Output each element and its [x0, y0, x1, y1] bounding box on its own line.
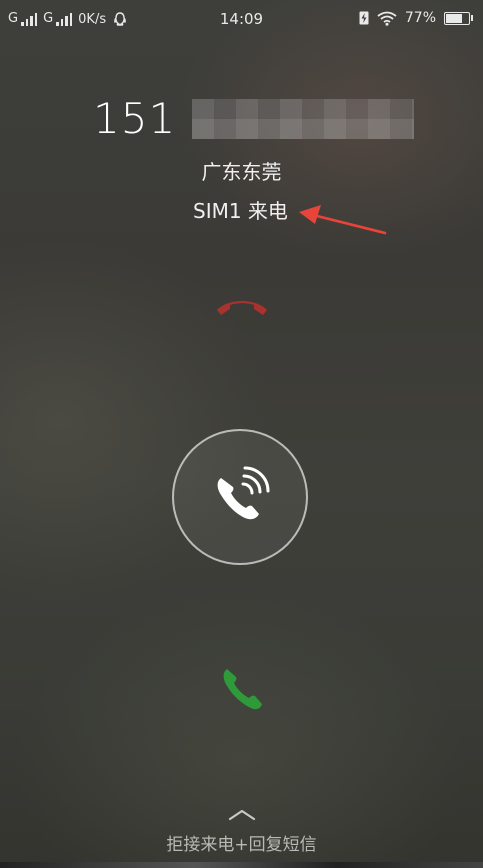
phone-accept-icon	[223, 669, 262, 710]
caller-number: 151	[93, 94, 415, 143]
reject-call-button[interactable]	[214, 296, 270, 322]
redacted-number-blur	[192, 98, 415, 139]
charging-icon	[359, 11, 369, 25]
status-bar: G G 0K/s 14:09 77%	[0, 0, 483, 40]
swipe-up-handle[interactable]	[228, 806, 256, 825]
accept-call-button[interactable]	[221, 666, 263, 716]
chevron-up-icon	[228, 809, 256, 821]
annotation-arrow	[299, 205, 387, 235]
phone-hangup-icon	[217, 301, 267, 315]
caller-number-prefix: 151	[93, 94, 177, 143]
battery-fill	[446, 13, 462, 23]
battery-icon	[444, 11, 470, 25]
reject-reply-sms-hint[interactable]: 拒接来电+回复短信	[0, 830, 483, 855]
battery-percent: 77%	[404, 10, 436, 26]
incoming-sim-label: SIM1 来电	[193, 199, 288, 223]
battery-nub	[471, 15, 473, 21]
caller-location: 广东东莞	[201, 160, 282, 184]
bottom-edge	[0, 862, 483, 868]
answer-slider-button[interactable]	[172, 429, 308, 565]
phone-ringing-icon	[217, 466, 270, 520]
status-right: 77%	[359, 10, 473, 26]
wifi-icon	[377, 11, 397, 26]
